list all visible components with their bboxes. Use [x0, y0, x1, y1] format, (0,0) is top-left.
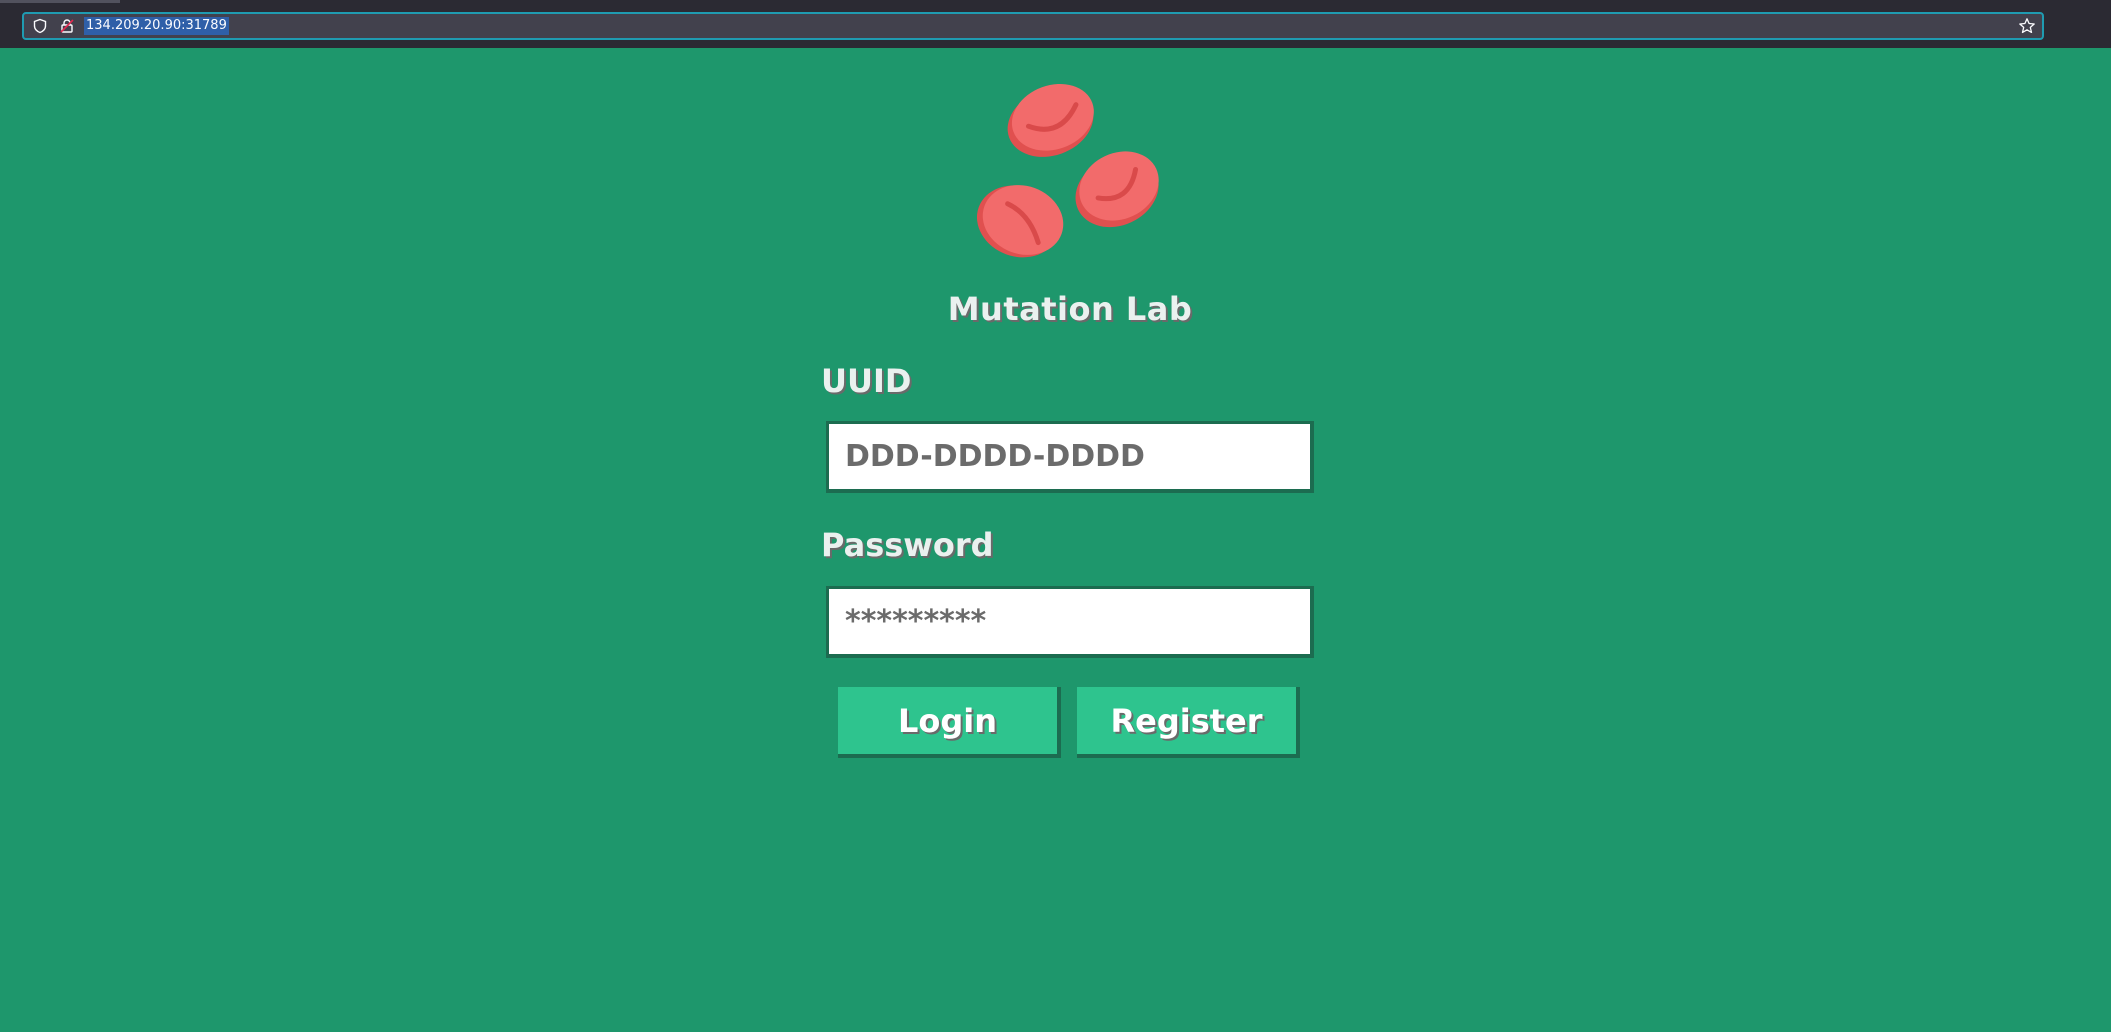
login-button[interactable]: Login: [838, 687, 1061, 758]
password-label: Password: [821, 526, 994, 564]
star-icon[interactable]: [2018, 17, 2036, 35]
url-text[interactable]: 134.209.20.90:31789: [84, 17, 229, 35]
uuid-label: UUID: [821, 362, 912, 400]
uuid-input[interactable]: [826, 421, 1314, 493]
password-input[interactable]: [826, 586, 1314, 658]
register-button[interactable]: Register: [1077, 687, 1300, 758]
lock-icon[interactable]: [59, 18, 75, 34]
shield-icon[interactable]: [32, 18, 48, 34]
address-bar[interactable]: 134.209.20.90:31789: [22, 12, 2044, 40]
red-blood-cells-icon: [976, 83, 1159, 258]
browser-toolbar: 134.209.20.90:31789: [0, 0, 2111, 48]
app-title: Mutation Lab: [947, 290, 1193, 328]
tab-strip: [0, 0, 120, 3]
